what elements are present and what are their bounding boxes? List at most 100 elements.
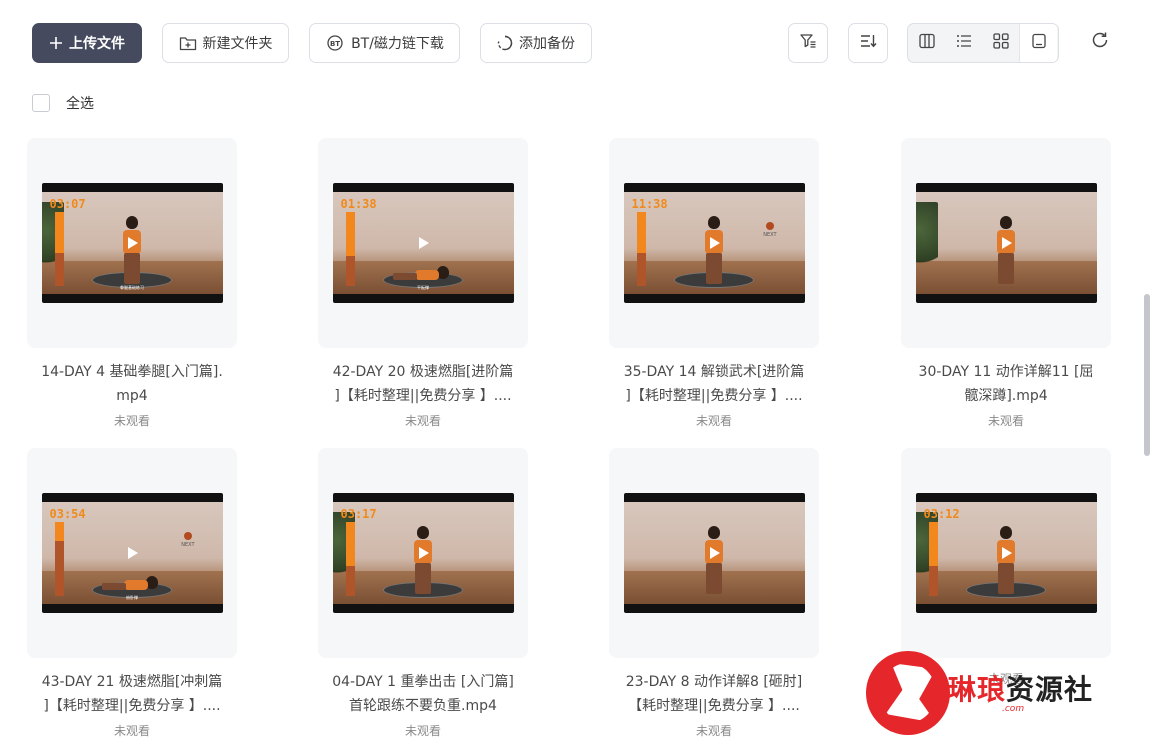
add-backup-label: 添加备份 [519, 36, 575, 52]
add-backup-button[interactable]: 添加备份 [480, 23, 592, 63]
file-name[interactable]: 04-DAY 1 重拳出击 [入门篇] 首轮跟练不要负重.mp4 [318, 670, 528, 718]
column-view-button[interactable] [908, 24, 945, 62]
person-figure [393, 264, 453, 282]
thumbnail-view-button[interactable] [1019, 24, 1057, 62]
plant-icon [915, 202, 938, 272]
next-label: NEXT [763, 232, 777, 238]
file-name-line: 42-DAY 20 极速燃脂[进阶篇 [332, 364, 514, 380]
file-name-line: 首轮跟练不要负重.mp4 [349, 698, 497, 714]
play-icon[interactable] [419, 237, 429, 249]
file-thumbnail[interactable]: 03:54 NEXT 俯卧撑 [27, 448, 237, 658]
watch-status: 未观看 [695, 724, 732, 738]
watch-status: 未观看 [404, 414, 441, 428]
progress-fill [54, 212, 64, 253]
file-name-line: 【耗时整理||免费分享 】.... [628, 698, 800, 714]
progress-bar [54, 522, 64, 596]
file-name[interactable]: 35-DAY 14 解锁武术[进阶篇]【耗时整理||免费分享 】.... [609, 360, 819, 408]
video-caption: 平板撑 [417, 285, 429, 290]
play-icon[interactable] [1002, 547, 1012, 559]
refresh-button[interactable] [1088, 30, 1112, 54]
select-all[interactable]: 全选 [32, 93, 94, 113]
progress-bar [54, 212, 64, 286]
progress-bar [345, 212, 355, 286]
video-timer: 03:54 [49, 507, 86, 521]
watermark: 琳琅资源社 .com [866, 648, 1128, 738]
list-view-button[interactable] [945, 24, 982, 62]
video-timer: 03:12 [923, 507, 960, 521]
progress-fill [928, 522, 938, 567]
file-name[interactable]: 43-DAY 21 极速燃脂[冲刺篇]【耗时整理||免费分享 】.... [27, 670, 237, 718]
video-frame: 11:38 NEXT [623, 192, 805, 294]
file-thumbnail[interactable]: 01:38 平板撑 [318, 138, 528, 348]
file-thumbnail[interactable] [901, 138, 1111, 348]
file-name-line: 35-DAY 14 解锁武术[进阶篇 [623, 364, 805, 380]
upload-button[interactable]: 上传文件 [32, 23, 142, 63]
file-card[interactable]: 23-DAY 8 动作详解8 [砸肘] 【耗时整理||免费分享 】.... 未观看 [609, 448, 819, 739]
progress-bar [928, 522, 938, 596]
file-name[interactable]: 14-DAY 4 基础拳腿[入门篇]. mp4 [27, 360, 237, 408]
video-caption: 俯卧撑 [126, 595, 138, 600]
grid-icon [992, 32, 1010, 54]
grid-view-button[interactable] [982, 24, 1019, 62]
sort-button[interactable] [848, 23, 888, 63]
play-icon[interactable] [128, 237, 138, 249]
video-frame: 03:07 拳腿基础练习 [41, 192, 223, 294]
video-timer: 11:38 [631, 197, 668, 211]
video-preview [915, 183, 1097, 303]
filter-button[interactable] [788, 23, 828, 63]
play-icon[interactable] [1002, 237, 1012, 249]
select-all-checkbox[interactable] [32, 94, 50, 112]
file-name[interactable]: 30-DAY 11 动作详解11 [屈 髋深蹲].mp4 [901, 360, 1111, 408]
file-card[interactable]: 03:17 04-DAY 1 重拳出击 [入门篇] 首轮跟练不要负重.mp4 未观看 [318, 448, 528, 739]
play-icon[interactable] [710, 547, 720, 559]
bt-icon: BT [325, 35, 345, 51]
watch-status: 未观看 [404, 724, 441, 738]
watermark-domain: .com [1002, 704, 1025, 714]
file-card[interactable]: 03:54 NEXT 俯卧撑 43-DAY 21 极速燃脂[冲刺篇]【耗时整理||免费… [27, 448, 237, 739]
play-icon[interactable] [419, 547, 429, 559]
dragon-logo-icon [866, 651, 950, 735]
watch-status: 未观看 [113, 724, 150, 738]
watch-status: 未观看 [695, 414, 732, 428]
video-timer: 03:17 [340, 507, 377, 521]
file-card[interactable]: 11:38 NEXT 35-DAY 14 解锁武术[进阶篇]【耗时整理||免费分享 … [609, 138, 819, 429]
video-timer: 01:38 [340, 197, 377, 211]
person-figure [121, 216, 143, 286]
file-thumbnail[interactable]: 11:38 NEXT [609, 138, 819, 348]
folder-plus-icon [179, 35, 197, 51]
file-thumbnail[interactable]: 03:07 拳腿基础练习 [27, 138, 237, 348]
file-name-line: 43-DAY 21 极速燃脂[冲刺篇 [41, 674, 223, 690]
video-frame [623, 502, 805, 604]
person-figure [102, 574, 162, 592]
file-thumbnail[interactable]: 03:12 [901, 448, 1111, 658]
video-frame: 03:12 [915, 502, 1097, 604]
new-folder-button[interactable]: 新建文件夹 [162, 23, 289, 63]
thumbnail-icon [1030, 32, 1048, 54]
play-icon[interactable] [710, 237, 720, 249]
file-card[interactable]: 30-DAY 11 动作详解11 [屈 髋深蹲].mp4 未观看 [901, 138, 1111, 429]
next-indicator: NEXT [181, 532, 195, 548]
video-preview: 03:12 [915, 493, 1097, 613]
bt-download-button[interactable]: BT BT/磁力链下载 [309, 23, 460, 63]
file-thumbnail[interactable] [609, 448, 819, 658]
file-name-line: 30-DAY 11 动作详解11 [屈 [918, 364, 1094, 380]
select-all-label: 全选 [66, 96, 94, 112]
person-figure [995, 526, 1017, 596]
video-caption: 拳腿基础练习 [120, 285, 144, 290]
next-indicator: NEXT [763, 222, 777, 238]
bt-download-label: BT/磁力链下载 [351, 36, 444, 52]
watermark-text: 琳琅资源社 [948, 674, 1094, 705]
new-folder-label: 新建文件夹 [202, 36, 273, 52]
scrollbar[interactable] [1144, 294, 1150, 456]
file-card[interactable]: 01:38 平板撑 42-DAY 20 极速燃脂[进阶篇]【耗时整理||免费分享 】… [318, 138, 528, 429]
file-thumbnail[interactable]: 03:17 [318, 448, 528, 658]
upload-label: 上传文件 [69, 36, 125, 52]
file-name[interactable]: 42-DAY 20 极速燃脂[进阶篇]【耗时整理||免费分享 】.... [318, 360, 528, 408]
video-preview [623, 493, 805, 613]
play-icon[interactable] [128, 547, 138, 559]
video-frame: 01:38 平板撑 [332, 192, 514, 294]
file-card[interactable]: 03:07 拳腿基础练习 14-DAY 4 基础拳腿[入门篇]. mp4 未观看 [27, 138, 237, 429]
toolbar: 上传文件 新建文件夹 BT BT/磁力链下载 添加备份 [0, 0, 1152, 86]
next-dot-icon [183, 532, 192, 540]
file-name[interactable]: 23-DAY 8 动作详解8 [砸肘] 【耗时整理||免费分享 】.... [609, 670, 819, 718]
